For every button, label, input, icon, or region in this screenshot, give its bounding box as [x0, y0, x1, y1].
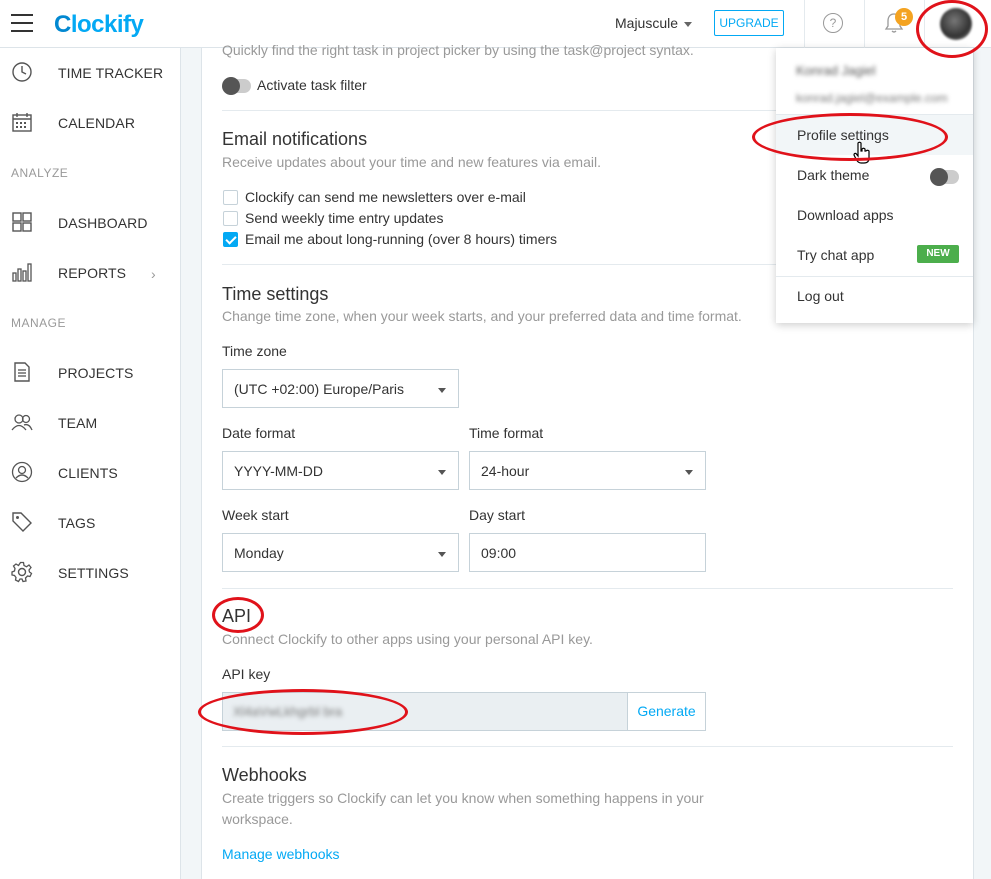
sidebar-item-label: DASHBOARD [58, 215, 148, 231]
sidebar-item-calendar[interactable]: CALENDAR [0, 98, 181, 148]
sidebar-item-settings[interactable]: SETTINGS [0, 548, 181, 598]
chevron-down-icon [438, 388, 446, 393]
day-start-input[interactable]: 09:00 [469, 533, 706, 572]
webhooks-title: Webhooks [222, 765, 307, 785]
generate-api-key-button[interactable]: Generate [627, 693, 705, 730]
sidebar-item-team[interactable]: TEAM [0, 398, 181, 448]
menu-item-try-chat-app[interactable]: Try chat app NEW [776, 235, 973, 275]
annotation-ring-profile-settings [752, 113, 948, 161]
divider [864, 0, 865, 48]
sidebar-item-dashboard[interactable]: DASHBOARD [0, 198, 181, 248]
workspace-switcher[interactable]: Majuscule [615, 15, 693, 31]
top-bar: Clockify Majuscule UPGRADE ? 5 [0, 0, 991, 48]
divider [222, 588, 953, 589]
menu-user-name: Konrad Jagiel [796, 63, 876, 78]
sidebar-item-label: TIME TRACKER [58, 65, 164, 81]
api-subtitle: Connect Clockify to other apps using you… [222, 631, 593, 647]
date-format-select[interactable]: YYYY-MM-DD [222, 451, 459, 490]
manage-webhooks-link[interactable]: Manage webhooks [222, 846, 340, 862]
webhooks-subtitle-line2: workspace. [222, 811, 293, 827]
sidebar-item-label: TAGS [58, 515, 96, 531]
sidebar: TIME TRACKER CALENDAR ANALYZE DASHBOARD … [0, 48, 181, 879]
chevron-down-icon [685, 470, 693, 475]
sidebar-item-label: CALENDAR [58, 115, 136, 131]
menu-item-log-out[interactable]: Log out [776, 276, 973, 316]
notification-count-badge: 5 [895, 8, 913, 26]
email-notifications-subtitle: Receive updates about your time and new … [222, 154, 601, 170]
sidebar-item-label: REPORTS [58, 265, 127, 281]
menu-item-dark-theme[interactable]: Dark theme [776, 155, 973, 195]
sidebar-item-reports[interactable]: REPORTS › [0, 248, 181, 298]
long-running-timers-checkbox[interactable] [223, 232, 238, 247]
api-key-label: API key [222, 666, 271, 682]
menu-item-download-apps[interactable]: Download apps [776, 195, 973, 235]
sidebar-item-label: TEAM [58, 415, 98, 431]
clock-icon [12, 62, 32, 82]
calendar-icon [12, 113, 32, 132]
chevron-down-icon [684, 21, 693, 27]
chevron-down-icon [438, 470, 446, 475]
task-filter-toggle[interactable] [222, 77, 251, 95]
date-format-label: Date format [222, 425, 296, 441]
timezone-select[interactable]: (UTC +02:00) Europe/Paris [222, 369, 459, 408]
sidebar-item-tags[interactable]: TAGS [0, 498, 181, 548]
sidebar-item-label: PROJECTS [58, 365, 134, 381]
week-start-select[interactable]: Monday [222, 533, 459, 572]
day-start-label: Day start [469, 507, 526, 523]
sidebar-item-label: CLIENTS [58, 465, 118, 481]
newsletter-checkbox[interactable] [223, 190, 238, 205]
time-settings-title: Time settings [222, 284, 329, 304]
annotation-ring-api-title [212, 597, 264, 633]
menu-user-email: konrad.jagiel@example.com [796, 91, 948, 105]
new-badge: NEW [917, 245, 959, 263]
annotation-ring-api-key [198, 689, 408, 735]
sidebar-item-label: SETTINGS [58, 565, 129, 581]
help-icon[interactable]: ? [823, 13, 843, 33]
divider [804, 0, 805, 48]
tag-icon [12, 512, 32, 532]
dashboard-icon [12, 212, 32, 232]
team-icon [11, 414, 33, 431]
reports-icon [12, 263, 32, 282]
webhooks-subtitle-line1: Create triggers so Clockify can let you … [222, 790, 704, 806]
divider [222, 746, 953, 747]
week-start-label: Week start [222, 507, 289, 523]
dark-theme-toggle[interactable] [930, 168, 959, 186]
upgrade-button[interactable]: UPGRADE [714, 10, 784, 36]
app-logo[interactable]: Clockify [54, 11, 144, 39]
section-label-manage: MANAGE [11, 316, 67, 330]
user-menu-dropdown: Konrad Jagiel konrad.jagiel@example.com … [776, 48, 973, 323]
chevron-down-icon [438, 552, 446, 557]
time-settings-subtitle: Change time zone, when your week starts,… [222, 308, 742, 324]
gear-icon [11, 561, 33, 583]
projects-icon [14, 362, 30, 382]
annotation-ring-avatar [916, 0, 988, 58]
chevron-right-icon: › [151, 266, 156, 282]
task-filter-hint: Quickly find the right task in project p… [222, 42, 694, 58]
timezone-label: Time zone [222, 343, 287, 359]
section-label-analyze: ANALYZE [11, 166, 69, 180]
weekly-updates-checkbox[interactable] [223, 211, 238, 226]
email-notifications-title: Email notifications [222, 129, 368, 149]
sidebar-item-projects[interactable]: PROJECTS [0, 348, 181, 398]
time-format-select[interactable]: 24-hour [469, 451, 706, 490]
sidebar-item-clients[interactable]: CLIENTS [0, 448, 181, 498]
newsletter-label: Clockify can send me newsletters over e-… [245, 189, 526, 205]
sidebar-item-time-tracker[interactable]: TIME TRACKER [0, 48, 181, 98]
task-filter-label: Activate task filter [257, 77, 367, 93]
long-running-timers-label: Email me about long-running (over 8 hour… [245, 231, 558, 247]
hamburger-menu-icon[interactable] [11, 14, 33, 32]
weekly-updates-label: Send weekly time entry updates [245, 210, 444, 226]
clients-icon [11, 461, 33, 483]
time-format-label: Time format [469, 425, 544, 441]
